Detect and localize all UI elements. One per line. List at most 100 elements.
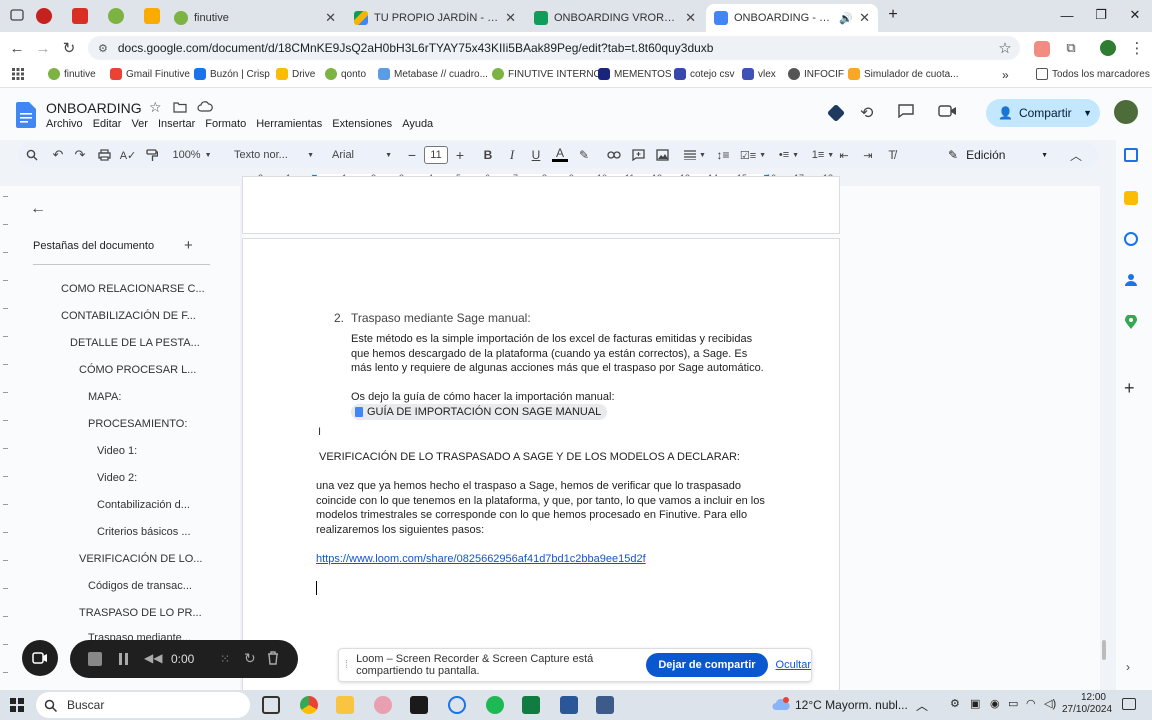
app-taskbar-icon[interactable] — [560, 696, 578, 714]
browser-menu-icon[interactable]: ⋮ — [1126, 38, 1148, 58]
bookmark[interactable]: vlex — [742, 68, 776, 80]
tasks-icon[interactable] — [1124, 232, 1138, 246]
all-bookmarks-folder[interactable]: Todos los marcadores — [1036, 68, 1150, 80]
bookmark-star-icon[interactable]: ☆ — [994, 38, 1016, 58]
share-button[interactable]: 👤 Compartir ▼ — [986, 99, 1100, 127]
tray-app-icon[interactable]: ◉ — [990, 697, 1000, 710]
bookmark[interactable]: qonto — [325, 68, 366, 80]
decrease-font-size-icon[interactable]: − — [404, 146, 420, 164]
italic-icon[interactable]: I — [504, 146, 520, 164]
close-sidebar-back-arrow-icon[interactable]: ← — [30, 200, 46, 218]
bookmark[interactable]: Metabase // cuadro... — [378, 68, 488, 80]
menu-insertar[interactable]: Insertar — [158, 118, 195, 130]
app-taskbar-icon[interactable] — [374, 696, 392, 714]
zoom-select[interactable]: 100% ▼ — [168, 146, 216, 164]
increase-font-size-icon[interactable]: + — [452, 146, 468, 164]
insert-image-icon[interactable] — [654, 146, 670, 164]
spotify-icon[interactable] — [486, 696, 504, 714]
chrome-taskbar-icon[interactable] — [300, 696, 318, 714]
paragraph-style-select[interactable]: Texto nor... ▼ — [234, 146, 314, 164]
wifi-icon[interactable]: ◠ — [1026, 697, 1036, 710]
guide-smart-chip[interactable]: GUÍA DE IMPORTACIÓN CON SAGE MANUAL — [351, 404, 608, 420]
docs-logo-icon[interactable] — [16, 102, 36, 128]
highlight-pen-icon[interactable]: ✎ — [576, 146, 592, 164]
close-icon[interactable]: ✕ — [505, 10, 516, 26]
weather-icon[interactable] — [772, 697, 790, 713]
notifications-icon[interactable] — [1122, 698, 1136, 710]
bookmark[interactable]: Buzón | Crisp — [194, 68, 270, 80]
pinned-tab-finutive-icon[interactable] — [108, 8, 124, 24]
undo-icon[interactable]: ↶ — [50, 146, 66, 164]
address-bar[interactable]: ⚙ docs.google.com/document/d/18CMnKE9JsQ… — [88, 36, 1020, 60]
redo-icon[interactable]: ↷ — [72, 146, 88, 164]
outline-item[interactable]: COMO RELACIONARSE C... — [61, 283, 205, 295]
apps-grid-icon[interactable] — [12, 68, 24, 80]
line-spacing-icon[interactable]: ↕≡ — [714, 146, 732, 164]
outline-item[interactable]: CONTABILIZACIÓN DE F... — [61, 310, 196, 322]
drag-handle-icon[interactable]: ⁙ — [220, 652, 230, 666]
star-icon[interactable]: ☆ — [149, 99, 162, 116]
close-icon[interactable]: ✕ — [685, 10, 696, 26]
outline-item[interactable]: Criterios básicos ... — [97, 526, 191, 538]
menu-editar[interactable]: Editar — [93, 118, 122, 130]
browser-tab-active[interactable]: ONBOARDING - Document 🔊 ✕ — [706, 4, 878, 32]
hide-menus-chevron-icon[interactable]: ︿ — [1068, 146, 1084, 164]
bold-icon[interactable]: B — [480, 146, 496, 164]
move-folder-icon[interactable] — [173, 101, 187, 113]
clear-formatting-icon[interactable]: T̸ — [884, 146, 900, 164]
document-page[interactable]: 2. Traspaso mediante Sage manual: Este m… — [242, 238, 840, 708]
outline-item[interactable]: TRASPASO DE LO PR... — [79, 607, 202, 619]
stop-recording-icon[interactable] — [88, 652, 102, 666]
site-info-icon[interactable]: ⚙ — [98, 42, 108, 55]
hide-notice-link[interactable]: Ocultar — [776, 659, 811, 671]
menu-ver[interactable]: Ver — [131, 118, 148, 130]
calendar-icon[interactable] — [1124, 148, 1138, 162]
drag-handle-icon[interactable]: ⁞ — [345, 659, 348, 671]
battery-icon[interactable]: ▭ — [1008, 697, 1018, 710]
show-side-panel-chevron-icon[interactable]: › — [1126, 660, 1130, 674]
align-select[interactable]: ▼ — [682, 146, 708, 164]
checklist-select[interactable]: ☑≡ ▼ — [738, 146, 768, 164]
user-avatar[interactable] — [1114, 100, 1138, 124]
tray-app-icon[interactable]: ⚙ — [950, 697, 960, 710]
maximize-icon[interactable]: ❐ — [1084, 0, 1118, 30]
bookmark[interactable]: MEMENTOS — [598, 68, 672, 80]
forward-arrow-icon[interactable]: → — [32, 38, 54, 58]
version-history-icon[interactable]: ⟲ — [860, 103, 873, 123]
keep-icon[interactable] — [1124, 191, 1138, 205]
pinned-tab-record-icon[interactable] — [36, 8, 52, 24]
speaker-icon[interactable]: 🔊 — [839, 12, 853, 25]
cloud-saved-icon[interactable] — [197, 101, 213, 113]
task-view-icon[interactable] — [262, 696, 280, 714]
outline-item[interactable]: Contabilización d... — [97, 499, 190, 511]
tray-app-icon[interactable]: ▣ — [970, 697, 980, 710]
outline-item[interactable]: DETALLE DE LA PESTA... — [70, 337, 200, 349]
bookmark[interactable]: finutive — [48, 68, 96, 80]
get-addons-plus-icon[interactable]: + — [1124, 378, 1135, 399]
menu-herramientas[interactable]: Herramientas — [256, 118, 322, 130]
font-family-select[interactable]: Arial ▼ — [332, 146, 392, 164]
pinned-tab-folder-icon[interactable] — [144, 8, 160, 24]
insert-comment-icon[interactable] — [630, 146, 646, 164]
bookmark[interactable]: Drive — [276, 68, 315, 80]
outline-item[interactable]: CÓMO PROCESAR L... — [79, 364, 196, 376]
more-bookmarks-chevron-icon[interactable]: » — [1002, 68, 1009, 82]
close-icon[interactable]: ✕ — [859, 10, 870, 26]
document-title[interactable]: ONBOARDING — [46, 100, 142, 116]
tab-search-icon[interactable] — [0, 0, 34, 30]
outline-item[interactable]: PROCESAMIENTO: — [88, 418, 187, 430]
file-explorer-icon[interactable] — [336, 696, 354, 714]
rewind-icon[interactable]: ◀◀ — [144, 651, 162, 665]
outline-item[interactable]: Video 2: — [97, 472, 137, 484]
app-taskbar-icon[interactable] — [410, 696, 428, 714]
maps-icon[interactable] — [1125, 315, 1137, 329]
increase-indent-icon[interactable]: ⇥ — [860, 146, 876, 164]
window-close-icon[interactable]: ✕ — [1118, 0, 1152, 30]
search-menus-icon[interactable] — [24, 146, 40, 164]
bookmark[interactable]: INFOCIF — [788, 68, 844, 80]
text-color-icon[interactable]: A — [552, 146, 568, 162]
loom-video-link[interactable]: https://www.loom.com/share/0825662956af4… — [316, 552, 646, 567]
calculator-icon[interactable] — [596, 696, 614, 714]
profile-avatar[interactable] — [1100, 40, 1116, 56]
menu-extensiones[interactable]: Extensiones — [332, 118, 392, 130]
